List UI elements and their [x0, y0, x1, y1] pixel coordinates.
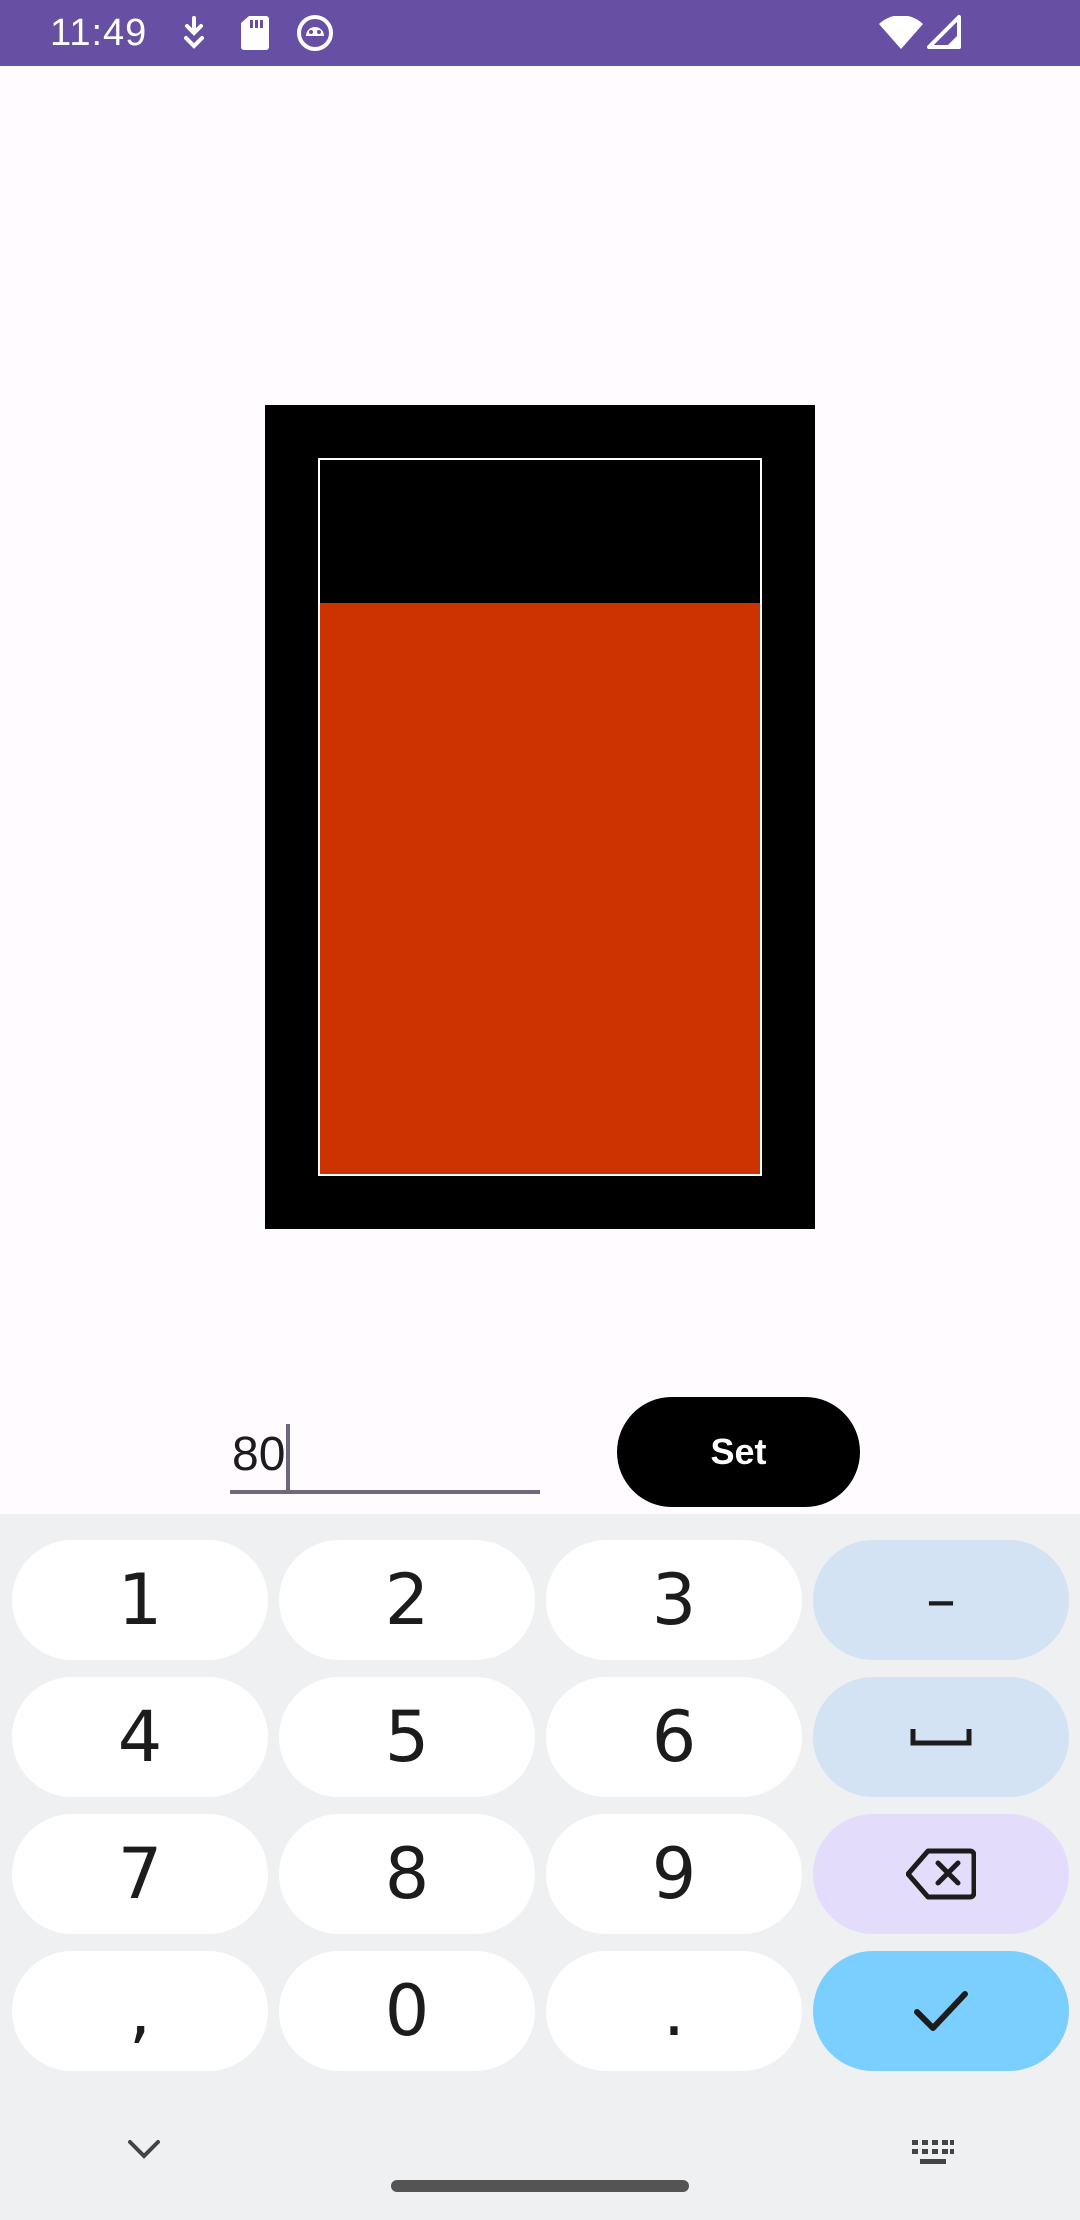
key-3-label: 3: [651, 1559, 697, 1641]
key-2-label: 2: [384, 1559, 430, 1641]
status-bar: 11:49: [0, 0, 1080, 66]
key-backspace[interactable]: [813, 1814, 1069, 1934]
key-7[interactable]: 7: [12, 1814, 268, 1934]
key-1-label: 1: [117, 1559, 163, 1641]
set-button[interactable]: Set: [617, 1397, 860, 1507]
checkmark-icon: [913, 1990, 969, 2032]
key-9[interactable]: 9: [546, 1814, 802, 1934]
key-6-label: 6: [651, 1696, 697, 1778]
key-comma-label: ,: [128, 1970, 152, 2052]
level-gauge: [265, 405, 815, 1229]
gauge-container: [318, 458, 762, 1176]
key-5[interactable]: 5: [279, 1677, 535, 1797]
key-8[interactable]: 8: [279, 1814, 535, 1934]
sd-card-icon: [240, 14, 270, 52]
key-0-label: 0: [384, 1970, 430, 2052]
debug-icon: [296, 14, 334, 52]
key-1[interactable]: 1: [12, 1540, 268, 1660]
home-gesture-handle[interactable]: [391, 2180, 689, 2192]
numeric-keyboard: 1 2 3 – 4 5 6 7 8 9 , 0 .: [0, 1514, 1080, 2220]
key-3[interactable]: 3: [546, 1540, 802, 1660]
key-period-label: .: [662, 1970, 686, 2052]
key-7-label: 7: [117, 1833, 163, 1915]
level-value-input[interactable]: [230, 1418, 540, 1494]
gauge-fill-level: [320, 602, 760, 1174]
key-9-label: 9: [651, 1833, 697, 1915]
key-6[interactable]: 6: [546, 1677, 802, 1797]
chevron-down-icon[interactable]: [126, 2138, 162, 2167]
key-minus-label: –: [926, 1565, 956, 1635]
backspace-icon: [906, 1847, 976, 1901]
wifi-icon: [878, 16, 924, 54]
key-4[interactable]: 4: [12, 1677, 268, 1797]
key-2[interactable]: 2: [279, 1540, 535, 1660]
value-input-wrapper: [230, 1418, 540, 1498]
signal-icon: [926, 14, 962, 52]
key-0[interactable]: 0: [279, 1951, 535, 2071]
download-icon: [178, 14, 210, 52]
key-comma[interactable]: ,: [12, 1951, 268, 2071]
key-5-label: 5: [384, 1696, 430, 1778]
key-space[interactable]: [813, 1677, 1069, 1797]
key-minus[interactable]: –: [813, 1540, 1069, 1660]
keyboard-icon[interactable]: [910, 2138, 956, 2173]
status-time: 11:49: [50, 12, 148, 54]
key-4-label: 4: [117, 1696, 163, 1778]
key-8-label: 8: [384, 1833, 430, 1915]
space-bar-icon: [909, 1725, 973, 1749]
key-period[interactable]: .: [546, 1951, 802, 2071]
key-enter[interactable]: [813, 1951, 1069, 2071]
